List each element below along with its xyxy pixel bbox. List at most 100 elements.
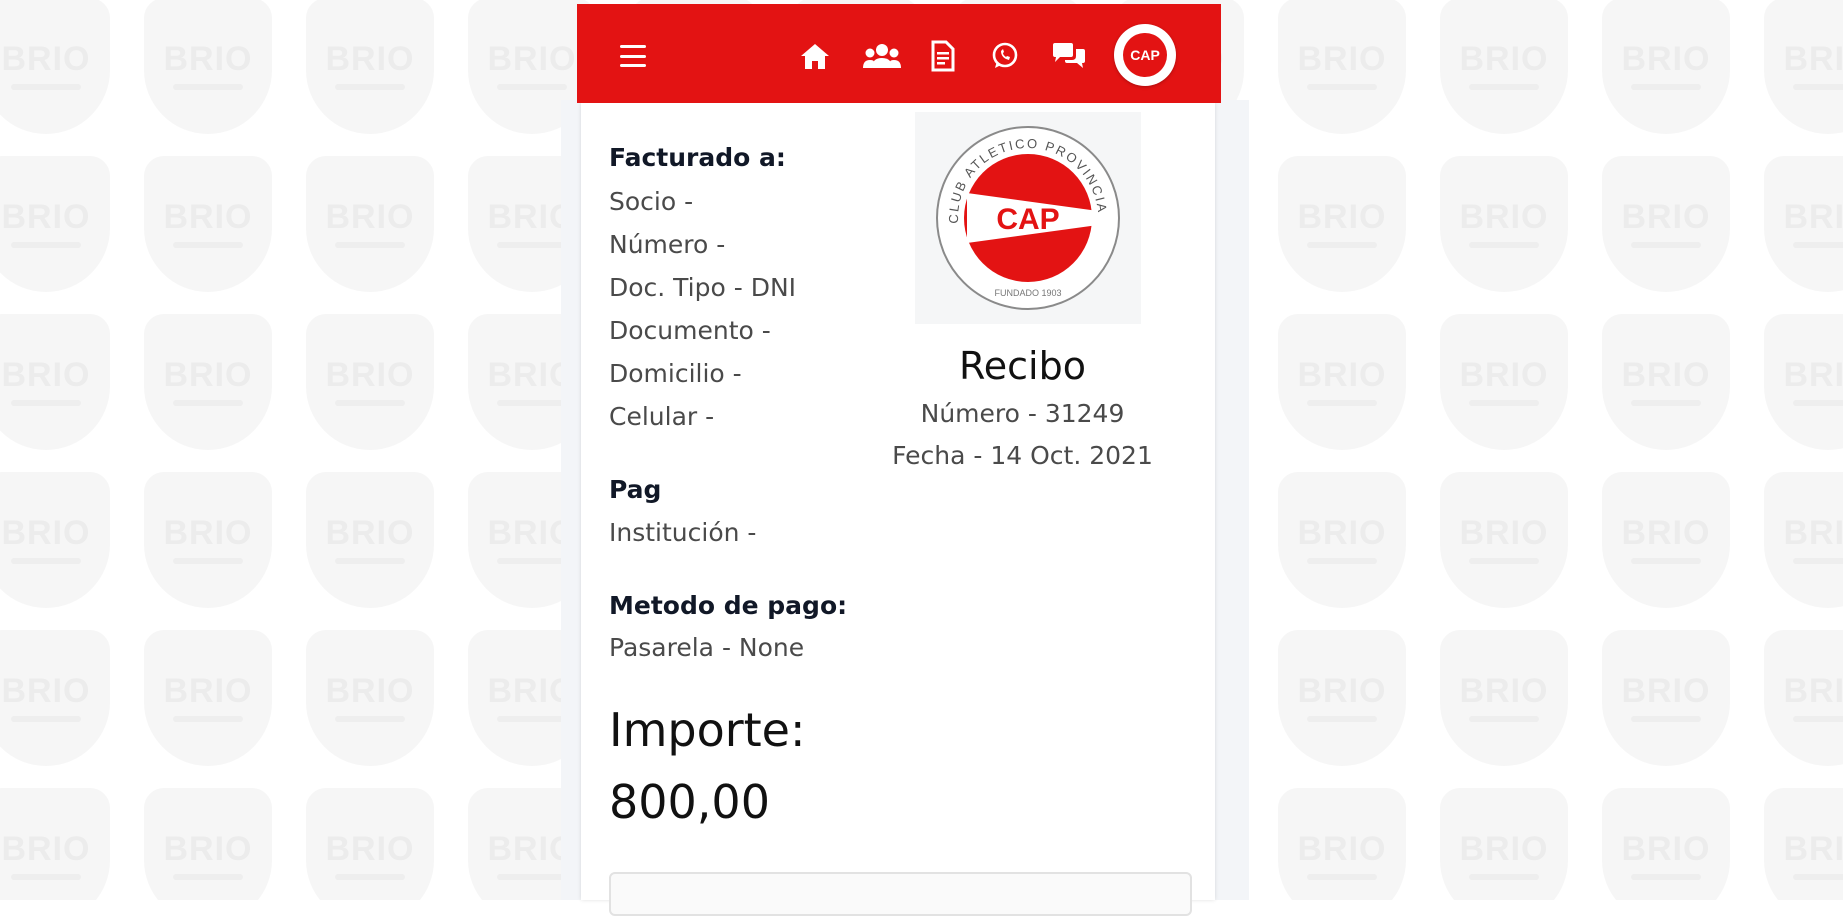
watermark-subline (1631, 400, 1701, 406)
watermark-text: BRIO (1460, 200, 1549, 234)
watermark-text: BRIO (1460, 516, 1549, 550)
watermark-text: BRIO (326, 200, 415, 234)
watermark-subline (497, 84, 567, 90)
watermark-text: BRIO (164, 200, 253, 234)
watermark-subline (335, 84, 405, 90)
watermark-shield: BRIO (144, 630, 272, 766)
watermark-shield: BRIO (306, 0, 434, 134)
watermark-subline (1793, 84, 1843, 90)
watermark-subline (1307, 400, 1377, 406)
watermark-shield: BRIO (1278, 630, 1406, 766)
chat-icon[interactable] (1049, 36, 1089, 76)
watermark-shield: BRIO (1764, 0, 1843, 134)
watermark-subline (173, 400, 243, 406)
watermark-subline (173, 874, 243, 880)
watermark-shield: BRIO (1440, 630, 1568, 766)
watermark-shield: BRIO (1602, 788, 1730, 900)
watermark-subline (1469, 84, 1539, 90)
watermark-subline (11, 400, 81, 406)
watermark-text: BRIO (1298, 516, 1387, 550)
watermark-subline (1469, 242, 1539, 248)
watermark-text: BRIO (1460, 674, 1549, 708)
watermark-shield: BRIO (1602, 630, 1730, 766)
watermark-shield: BRIO (144, 0, 272, 134)
club-avatar[interactable]: CAP (1114, 24, 1176, 86)
watermark-shield: BRIO (1278, 472, 1406, 608)
watermark-subline (173, 242, 243, 248)
watermark-subline (497, 558, 567, 564)
watermark-subline (1307, 84, 1377, 90)
watermark-shield: BRIO (306, 630, 434, 766)
watermark-shield: BRIO (306, 788, 434, 900)
watermark-shield: BRIO (1440, 156, 1568, 292)
watermark-subline (1793, 558, 1843, 564)
watermark-shield: BRIO (144, 156, 272, 292)
watermark-text: BRIO (1298, 674, 1387, 708)
watermark-shield: BRIO (306, 472, 434, 608)
watermark-shield: BRIO (1764, 630, 1843, 766)
watermark-shield: BRIO (0, 788, 110, 900)
watermark-text: BRIO (1622, 516, 1711, 550)
watermark-subline (173, 84, 243, 90)
document-icon[interactable] (923, 36, 963, 76)
watermark-subline (1469, 716, 1539, 722)
watermark-shield: BRIO (1602, 314, 1730, 450)
watermark-subline (497, 400, 567, 406)
watermark-shield: BRIO (1602, 472, 1730, 608)
watermark-text: BRIO (164, 516, 253, 550)
watermark-text: BRIO (2, 200, 91, 234)
watermark-text: BRIO (1298, 358, 1387, 392)
watermark-shield: BRIO (144, 788, 272, 900)
watermark-subline (335, 242, 405, 248)
watermark-subline (11, 558, 81, 564)
watermark-subline (1793, 400, 1843, 406)
watermark-shield: BRIO (1764, 314, 1843, 450)
watermark-subline (335, 400, 405, 406)
watermark-subline (497, 874, 567, 880)
watermark-shield: BRIO (0, 314, 110, 450)
users-icon[interactable] (862, 36, 902, 76)
watermark-subline (1307, 716, 1377, 722)
watermark-subline (11, 874, 81, 880)
watermark-text: BRIO (1622, 674, 1711, 708)
whatsapp-icon[interactable] (985, 36, 1025, 76)
watermark-subline (1469, 400, 1539, 406)
menu-icon[interactable] (613, 36, 653, 76)
watermark-text: BRIO (488, 42, 577, 76)
watermark-subline (1631, 242, 1701, 248)
watermark-subline (1307, 558, 1377, 564)
watermark-shield: BRIO (1764, 472, 1843, 608)
watermark-text: BRIO (164, 832, 253, 866)
watermark-shield: BRIO (1764, 788, 1843, 900)
watermark-text: BRIO (326, 832, 415, 866)
watermark-text: BRIO (164, 358, 253, 392)
top-navbar: CAP (577, 4, 1221, 103)
watermark-subline (335, 558, 405, 564)
watermark-subline (1793, 716, 1843, 722)
watermark-text: BRIO (2, 674, 91, 708)
watermark-text: BRIO (1622, 358, 1711, 392)
watermark-subline (11, 242, 81, 248)
watermark-text: BRIO (326, 358, 415, 392)
watermark-shield: BRIO (1602, 0, 1730, 134)
home-icon[interactable] (795, 36, 835, 76)
watermark-subline (1631, 874, 1701, 880)
watermark-subline (173, 558, 243, 564)
watermark-text: BRIO (1784, 832, 1843, 866)
watermark-subline (1793, 242, 1843, 248)
watermark-shield: BRIO (1602, 156, 1730, 292)
watermark-text: BRIO (1784, 42, 1843, 76)
watermark-text: BRIO (164, 674, 253, 708)
watermark-text: BRIO (2, 832, 91, 866)
watermark-subline (173, 716, 243, 722)
watermark-text: BRIO (1298, 832, 1387, 866)
watermark-subline (1307, 242, 1377, 248)
watermark-shield: BRIO (1278, 314, 1406, 450)
watermark-subline (1469, 874, 1539, 880)
watermark-shield: BRIO (0, 156, 110, 292)
watermark-subline (1631, 84, 1701, 90)
watermark-shield: BRIO (0, 472, 110, 608)
watermark-text: BRIO (326, 674, 415, 708)
watermark-text: BRIO (1784, 516, 1843, 550)
watermark-subline (1793, 874, 1843, 880)
